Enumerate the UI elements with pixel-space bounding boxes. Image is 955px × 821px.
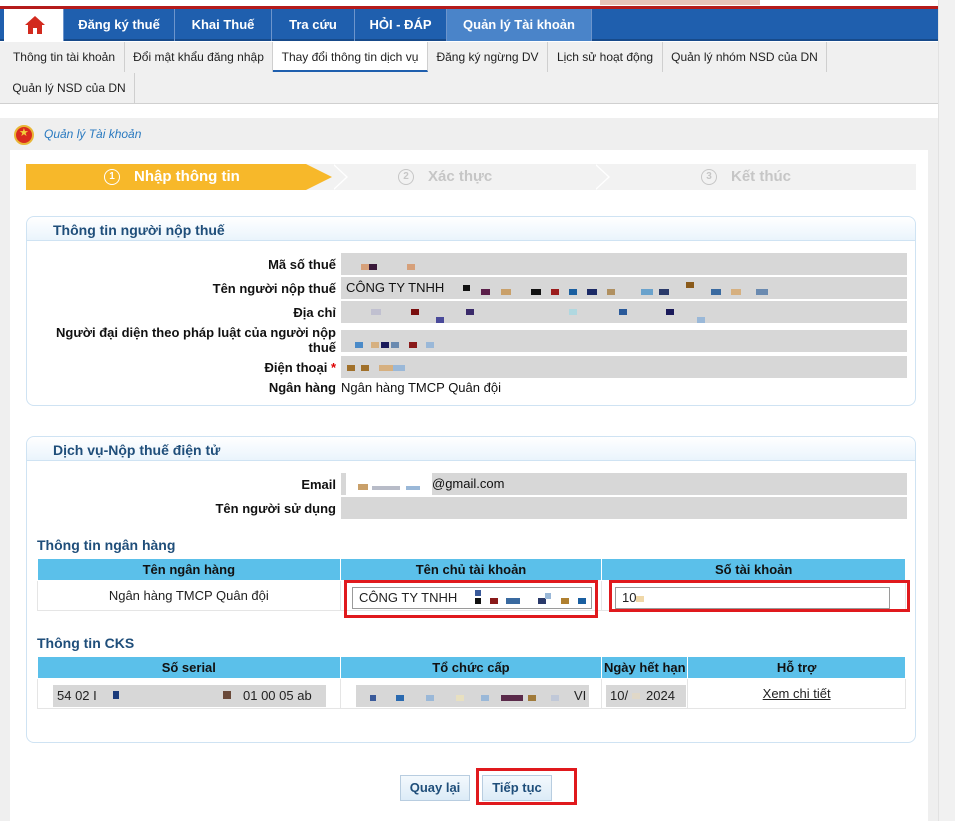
expiry-end: 2024: [646, 688, 675, 703]
section-title: Thông tin người nộp thuế: [53, 222, 225, 238]
subnav-lich-su-hoat-dong[interactable]: Lịch sử hoạt động: [548, 42, 663, 72]
field-address: [341, 301, 907, 323]
issuer-field: VI: [356, 685, 589, 707]
email-value: @gmail.com: [432, 476, 505, 491]
phone-label-text: Điện thoại: [264, 360, 328, 375]
label-address: Địa chỉ: [293, 305, 336, 320]
required-mark: *: [330, 360, 336, 375]
email-masked: [346, 473, 432, 495]
header-account-number: Số tài khoản: [601, 558, 906, 581]
wizard-step-1: 1 Nhập thông tin: [26, 164, 332, 190]
step-label: Kết thúc: [731, 168, 791, 185]
subnav-doi-mat-khau[interactable]: Đổi mật khẩu đăng nhập: [125, 42, 273, 72]
field-user: [341, 497, 907, 519]
header-expiry: Ngày hết hạn: [601, 656, 689, 679]
field-name: CÔNG TY TNHH: [341, 277, 907, 299]
subnav-quan-ly-nhom-nsd[interactable]: Quản lý nhóm NSD của DN: [663, 42, 827, 72]
step-separator: [594, 164, 608, 190]
field-email: @gmail.com: [341, 473, 907, 495]
bank-info-title: Thông tin ngân hàng: [37, 537, 176, 553]
header-bank-name: Tên ngân hàng: [37, 558, 341, 581]
step-number: 2: [398, 169, 414, 185]
header-account-holder: Tên chủ tài khoản: [339, 558, 603, 581]
top-banner-strip: [0, 0, 938, 9]
wizard-steps: 1 Nhập thông tin 2 Xác thực 3 Kết thúc: [26, 164, 916, 190]
highlight-account-holder: [344, 580, 598, 618]
label-name: Tên người nộp thuế: [212, 281, 336, 296]
serial-end: 01 00 05 ab: [243, 688, 312, 703]
step-separator: [332, 164, 346, 190]
field-representative: [341, 330, 907, 352]
national-emblem-icon: [14, 125, 34, 145]
nav-tra-cuu[interactable]: Tra cứu: [272, 9, 355, 41]
label-mst: Mã số thuế: [268, 257, 336, 272]
subnav-dang-ky-ngung-dv[interactable]: Đăng ký ngừng DV: [428, 42, 548, 72]
field-phone: [341, 356, 907, 378]
home-icon: [25, 16, 45, 34]
nav-dang-ky-thue[interactable]: Đăng ký thuế: [64, 9, 175, 41]
nav-khai-thue[interactable]: Khai Thuế: [175, 9, 272, 41]
serial-field: 54 02 I 01 00 05 ab: [53, 685, 326, 707]
highlight-account-number: [609, 580, 910, 612]
nav-quan-ly-tai-khoan[interactable]: Quản lý Tài khoản: [447, 9, 592, 41]
header-support: Hỗ trợ: [687, 656, 906, 679]
cks-title: Thông tin CKS: [37, 635, 135, 651]
serial-start: 54 02 I: [57, 688, 97, 703]
label-bank: Ngân hàng: [268, 380, 336, 395]
section-title: Dịch vụ-Nộp thuế điện tử: [53, 442, 221, 458]
field-mst: [341, 253, 907, 275]
step-number: 1: [104, 169, 120, 185]
label-email: Email: [301, 477, 336, 492]
step-label: Xác thực: [428, 168, 493, 185]
label-representative: Người đại diện theo pháp luật của người …: [56, 325, 336, 355]
section-header: Thông tin người nộp thuế: [27, 217, 915, 241]
breadcrumb-bar: Quản lý Tài khoản: [0, 118, 938, 150]
sub-navigation: Thông tin tài khoản Đổi mật khẩu đăng nh…: [0, 42, 938, 104]
header-serial: Số serial: [37, 656, 341, 679]
label-user: Tên người sử dụng: [215, 501, 336, 516]
label-phone: Điện thoại *: [27, 360, 336, 375]
header-issuer: Tổ chức cấp: [339, 656, 603, 679]
cell-bank-name: Ngân hàng TMCP Quân đội: [37, 580, 341, 611]
back-button[interactable]: Quay lại: [400, 775, 470, 801]
subnav-thay-doi-dich-vu[interactable]: Thay đổi thông tin dịch vụ: [273, 42, 428, 72]
issuer-end: VI: [574, 688, 587, 703]
banner-decoration: [600, 0, 760, 5]
subnav-thong-tin-tai-khoan[interactable]: Thông tin tài khoản: [4, 42, 125, 72]
highlight-continue: [476, 768, 577, 805]
expiry-start: 10/: [610, 688, 629, 703]
home-button[interactable]: [4, 9, 64, 41]
nav-hoi-dap[interactable]: HỎI - ĐÁP: [355, 9, 447, 41]
step-label: Nhập thông tin: [134, 168, 240, 185]
wizard-step-2: 2 Xác thực: [398, 164, 492, 190]
step-number: 3: [701, 169, 717, 185]
scrollbar[interactable]: [938, 0, 955, 821]
wizard-step-3: 3 Kết thúc: [701, 164, 791, 190]
cell-support: Xem chi tiết: [687, 678, 906, 709]
bank-value: Ngân hàng TMCP Quân đội: [341, 380, 501, 395]
subnav-quan-ly-nsd[interactable]: Quản lý NSD của DN: [4, 73, 135, 103]
main-navigation: Đăng ký thuế Khai Thuế Tra cứu HỎI - ĐÁP…: [0, 9, 938, 41]
view-details-link[interactable]: Xem chi tiết: [763, 686, 831, 701]
section-header: Dịch vụ-Nộp thuế điện tử: [27, 437, 915, 461]
name-value: CÔNG TY TNHH: [346, 280, 445, 295]
breadcrumb: Quản lý Tài khoản: [44, 127, 142, 141]
expiry-field: 10/ 2024: [606, 685, 686, 707]
